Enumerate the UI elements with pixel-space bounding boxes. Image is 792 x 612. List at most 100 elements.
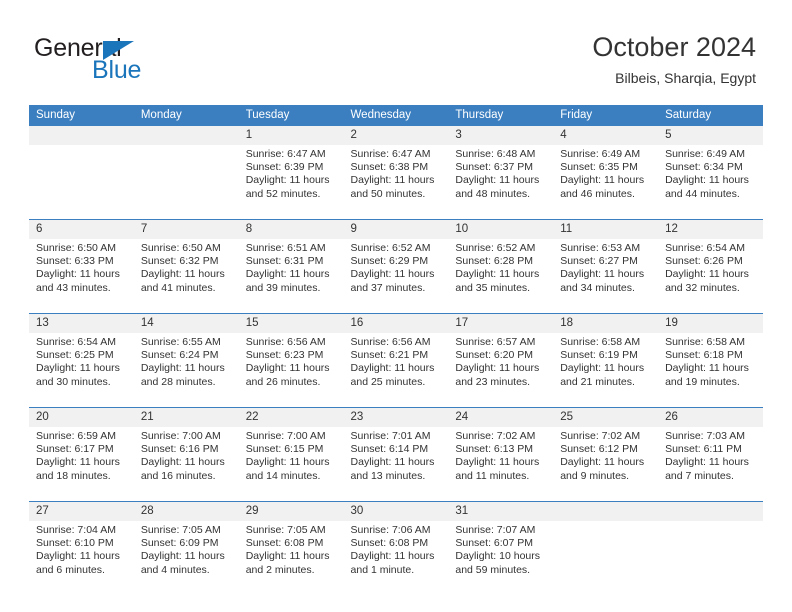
sunset-text: Sunset: 6:23 PM <box>245 349 324 362</box>
calendar-day-cell[interactable]: 28 Sunrise: 7:05 AM Sunset: 6:09 PM Dayligh… <box>133 501 239 595</box>
daylight-text-line1: Daylight: 11 hours <box>560 174 645 187</box>
calendar-day-cell[interactable]: 14 Sunrise: 6:55 AM Sunset: 6:24 PM Dayligh… <box>133 313 239 408</box>
weekday-header-sunday: Sunday <box>29 105 134 126</box>
sunset-text: Sunset: 6:17 PM <box>36 443 114 456</box>
calendar-grid: Sunday Monday Tuesday Wednesday Thursday… <box>29 105 763 595</box>
day-number: 13 <box>29 314 134 333</box>
calendar-day-cell[interactable]: 2 Sunrise: 6:47 AM Sunset: 6:38 PM Daylight… <box>343 126 449 220</box>
calendar-day-cell[interactable]: 8 Sunrise: 6:51 AM Sunset: 6:31 PM Daylight… <box>238 219 344 314</box>
daylight-text-line2: and 41 minutes. <box>140 281 216 294</box>
sunset-text: Sunset: 6:08 PM <box>350 537 429 550</box>
daylight-text-line2: and 50 minutes. <box>350 187 426 200</box>
calendar-day-cell[interactable]: 30 Sunrise: 7:06 AM Sunset: 6:08 PM Dayligh… <box>343 501 449 595</box>
calendar-day-cell[interactable]: 20 Sunrise: 6:59 AM Sunset: 6:17 PM Dayligh… <box>29 407 134 502</box>
day-number: 1 <box>238 126 344 145</box>
day-info: Sunrise: 6:51 AM Sunset: 6:31 PM Daylight:… <box>239 239 344 313</box>
day-info: Sunrise: 6:59 AM Sunset: 6:17 PM Daylight:… <box>29 427 134 501</box>
weekday-header-monday: Monday <box>133 105 239 126</box>
day-info: Sunrise: 6:47 AM Sunset: 6:39 PM Daylight:… <box>239 145 344 219</box>
daylight-text-line2: and 6 minutes. <box>36 563 105 576</box>
sunset-text: Sunset: 6:37 PM <box>455 161 534 174</box>
day-number: 8 <box>238 220 344 239</box>
day-info: Sunrise: 7:01 AM Sunset: 6:14 PM Daylight:… <box>344 427 449 501</box>
sunset-text: Sunset: 6:31 PM <box>245 255 324 268</box>
sunset-text: Sunset: 6:38 PM <box>350 161 429 174</box>
calendar-day-cell[interactable]: 29 Sunrise: 7:05 AM Sunset: 6:08 PM Dayligh… <box>238 501 344 595</box>
calendar-day-cell[interactable]: 26 Sunrise: 7:03 AM Sunset: 6:11 PM Dayligh… <box>658 407 763 502</box>
day-number: 6 <box>29 220 134 239</box>
day-number: 4 <box>553 126 659 145</box>
sunset-text: Sunset: 6:35 PM <box>560 161 638 174</box>
daylight-text-line1: Daylight: 11 hours <box>140 268 225 281</box>
general-blue-logo[interactable]: General Blue <box>34 36 274 88</box>
daylight-text-line2: and 39 minutes. <box>245 281 321 294</box>
day-number: 27 <box>29 502 134 521</box>
day-info: Sunrise: 7:03 AM Sunset: 6:11 PM Daylight:… <box>658 427 763 501</box>
day-info: Sunrise: 6:58 AM Sunset: 6:19 PM Daylight:… <box>553 333 658 407</box>
day-info: Sunrise: 6:57 AM Sunset: 6:20 PM Daylight:… <box>448 333 553 407</box>
calendar-day-cell[interactable]: 19 Sunrise: 6:58 AM Sunset: 6:18 PM Dayligh… <box>658 313 763 408</box>
calendar-day-cell[interactable]: 23 Sunrise: 7:01 AM Sunset: 6:14 PM Dayligh… <box>343 407 449 502</box>
day-number <box>553 502 659 521</box>
calendar-day-cell[interactable]: 16 Sunrise: 6:56 AM Sunset: 6:21 PM Dayligh… <box>343 313 449 408</box>
sunrise-text: Sunrise: 6:56 AM <box>245 336 326 348</box>
calendar-day-cell[interactable]: 4 Sunrise: 6:49 AM Sunset: 6:35 PM Daylight… <box>553 126 659 220</box>
calendar-day-cell[interactable]: 13 Sunrise: 6:54 AM Sunset: 6:25 PM Dayligh… <box>29 313 134 408</box>
calendar-day-cell[interactable]: 9 Sunrise: 6:52 AM Sunset: 6:29 PM Daylight… <box>343 219 449 314</box>
daylight-text-line2: and 14 minutes. <box>245 469 321 482</box>
calendar-day-cell[interactable]: 31 Sunrise: 7:07 AM Sunset: 6:07 PM Dayligh… <box>448 501 554 595</box>
daylight-text-line1: Daylight: 11 hours <box>455 362 540 375</box>
sunset-text: Sunset: 6:21 PM <box>350 349 429 362</box>
daylight-text-line2: and 21 minutes. <box>560 375 635 388</box>
day-info: Sunrise: 6:52 AM Sunset: 6:29 PM Daylight:… <box>344 239 449 313</box>
sunrise-text: Sunrise: 6:54 AM <box>36 336 116 348</box>
calendar-day-cell[interactable]: 1 Sunrise: 6:47 AM Sunset: 6:39 PM Daylight… <box>238 126 344 220</box>
daylight-text-line2: and 23 minutes. <box>455 375 531 388</box>
day-number <box>658 502 763 521</box>
calendar-day-cell[interactable]: 24 Sunrise: 7:02 AM Sunset: 6:13 PM Dayligh… <box>448 407 554 502</box>
sunrise-text: Sunrise: 7:00 AM <box>245 430 326 442</box>
day-info: Sunrise: 6:54 AM Sunset: 6:26 PM Daylight:… <box>658 239 763 313</box>
calendar-cell-empty <box>553 501 659 595</box>
calendar-day-cell[interactable]: 22 Sunrise: 7:00 AM Sunset: 6:15 PM Dayligh… <box>238 407 344 502</box>
day-number: 26 <box>658 408 763 427</box>
calendar-day-cell[interactable]: 25 Sunrise: 7:02 AM Sunset: 6:12 PM Dayligh… <box>553 407 659 502</box>
calendar-day-cell[interactable]: 18 Sunrise: 6:58 AM Sunset: 6:19 PM Dayligh… <box>553 313 659 408</box>
calendar-cell-empty <box>133 126 239 220</box>
sunset-text: Sunset: 6:15 PM <box>245 443 324 456</box>
day-info: Sunrise: 6:47 AM Sunset: 6:38 PM Daylight:… <box>344 145 449 219</box>
sunrise-text: Sunrise: 6:52 AM <box>350 242 431 254</box>
sunset-text: Sunset: 6:33 PM <box>36 255 114 268</box>
calendar-day-cell[interactable]: 21 Sunrise: 7:00 AM Sunset: 6:16 PM Dayligh… <box>133 407 239 502</box>
sunrise-text: Sunrise: 7:02 AM <box>455 430 536 442</box>
calendar-day-cell[interactable]: 12 Sunrise: 6:54 AM Sunset: 6:26 PM Dayligh… <box>658 219 763 314</box>
calendar-day-cell[interactable]: 27 Sunrise: 7:04 AM Sunset: 6:10 PM Dayligh… <box>29 501 134 595</box>
day-info <box>553 521 658 595</box>
sunrise-text: Sunrise: 7:05 AM <box>245 524 326 536</box>
daylight-text-line1: Daylight: 11 hours <box>245 550 330 563</box>
daylight-text-line2: and 16 minutes. <box>140 469 216 482</box>
day-info: Sunrise: 6:50 AM Sunset: 6:33 PM Daylight:… <box>29 239 134 313</box>
sunset-text: Sunset: 6:07 PM <box>455 537 534 550</box>
day-info: Sunrise: 7:04 AM Sunset: 6:10 PM Daylight:… <box>29 521 134 595</box>
sunrise-text: Sunrise: 7:02 AM <box>560 430 641 442</box>
calendar-day-cell[interactable]: 11 Sunrise: 6:53 AM Sunset: 6:27 PM Dayligh… <box>553 219 659 314</box>
day-info <box>29 145 134 219</box>
calendar-day-cell[interactable]: 10 Sunrise: 6:52 AM Sunset: 6:28 PM Dayligh… <box>448 219 554 314</box>
calendar-day-cell[interactable]: 5 Sunrise: 6:49 AM Sunset: 6:34 PM Daylight… <box>658 126 763 220</box>
location-subtitle: Bilbeis, Sharqia, Egypt <box>615 70 756 86</box>
calendar-day-cell[interactable]: 15 Sunrise: 6:56 AM Sunset: 6:23 PM Dayligh… <box>238 313 344 408</box>
sunset-text: Sunset: 6:27 PM <box>560 255 638 268</box>
daylight-text-line2: and 30 minutes. <box>36 375 111 388</box>
day-info <box>134 145 239 219</box>
sunset-text: Sunset: 6:08 PM <box>245 537 324 550</box>
calendar-day-cell[interactable]: 3 Sunrise: 6:48 AM Sunset: 6:37 PM Daylight… <box>448 126 554 220</box>
daylight-text-line2: and 32 minutes. <box>665 281 740 294</box>
sunrise-text: Sunrise: 6:47 AM <box>245 148 326 160</box>
daylight-text-line1: Daylight: 10 hours <box>455 550 541 563</box>
sunset-text: Sunset: 6:19 PM <box>560 349 638 362</box>
sunset-text: Sunset: 6:32 PM <box>140 255 219 268</box>
calendar-day-cell[interactable]: 7 Sunrise: 6:50 AM Sunset: 6:32 PM Daylight… <box>133 219 239 314</box>
calendar-day-cell[interactable]: 6 Sunrise: 6:50 AM Sunset: 6:33 PM Daylight… <box>29 219 134 314</box>
calendar-day-cell[interactable]: 17 Sunrise: 6:57 AM Sunset: 6:20 PM Dayligh… <box>448 313 554 408</box>
